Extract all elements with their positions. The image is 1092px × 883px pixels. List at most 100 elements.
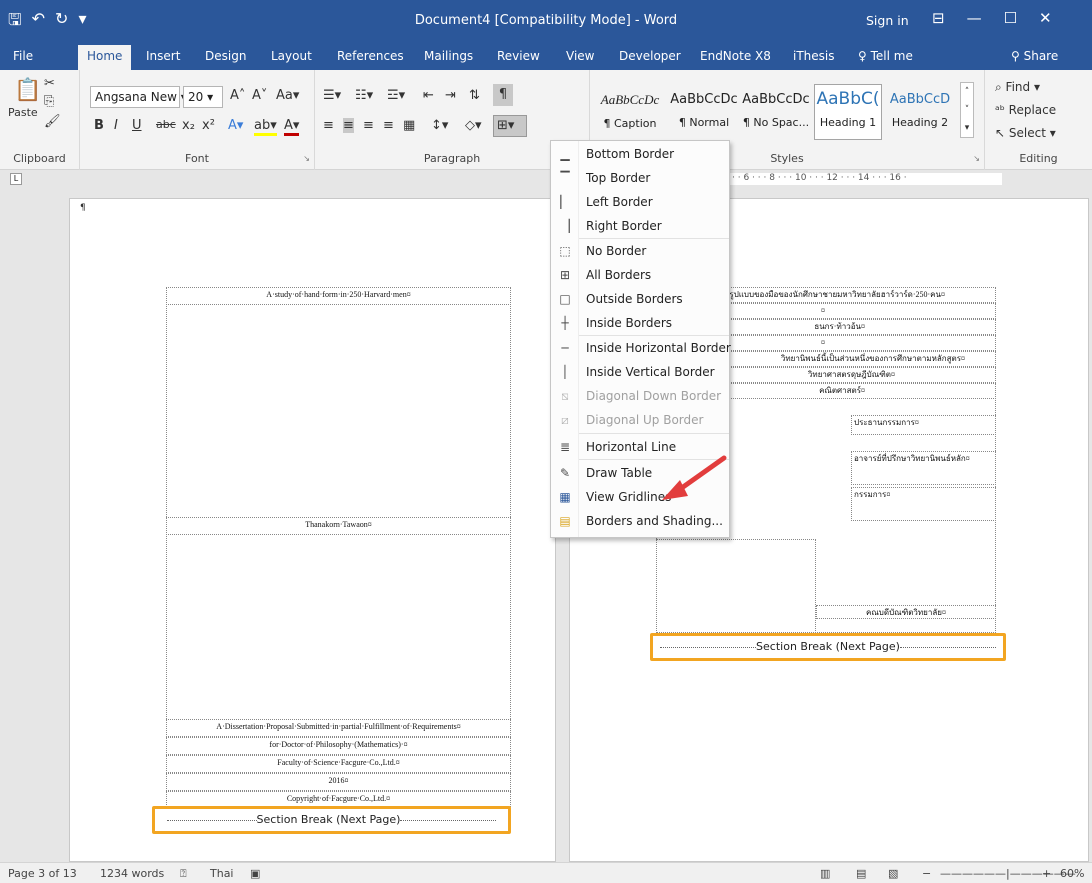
show-formatting-icon[interactable]: ¶	[493, 84, 513, 106]
menu-item-view-gridlines[interactable]: ▦ View Gridlines	[552, 485, 728, 509]
numbering-icon[interactable]: ☷▾	[355, 88, 373, 103]
strikethrough-icon[interactable]: abc	[156, 118, 176, 131]
replace-button[interactable]: ᵃᵇ Replace	[995, 103, 1056, 117]
page-indicator[interactable]: Page 3 of 13	[8, 867, 77, 880]
minimize-icon[interactable]: —	[967, 9, 982, 27]
menu-item-horizontal-line[interactable]: ≣ Horizontal Line	[552, 435, 728, 459]
menu-item-inside-vertical-border[interactable]: │ Inside Vertical Border	[552, 360, 728, 384]
align-right-icon[interactable]: ≡	[363, 118, 374, 133]
paste-button[interactable]: Paste	[8, 106, 38, 119]
font-family-combo[interactable]: Angsana New ▾	[90, 86, 187, 108]
cover-proposal-cell[interactable]: A·Dissertation·Proposal·Submitted·in·par…	[166, 719, 511, 737]
tab-references[interactable]: References	[337, 49, 404, 63]
chair-cell[interactable]: ประธานกรรมการ¤	[851, 415, 996, 435]
select-button[interactable]: ↖ Select ▾	[995, 126, 1056, 140]
increase-indent-icon[interactable]: ⇥	[445, 88, 456, 103]
zoom-level[interactable]: 60%	[1060, 867, 1084, 880]
zoom-slider[interactable]: ——————|——————	[940, 867, 1076, 880]
shrink-font-icon[interactable]: A˅	[252, 88, 267, 103]
bold-icon[interactable]: B	[94, 118, 104, 133]
styles-gallery-scroll[interactable]: ˄ ˅ ▾	[960, 82, 974, 138]
document-page-1[interactable]: ¶ A·study·of·hand·form·in·250·Harvard·me…	[69, 198, 556, 862]
advisor-cell[interactable]: อาจารย์ที่ปรึกษาวิทยานิพนธ์หลัก¤	[851, 451, 996, 485]
find-button[interactable]: ⌕ Find ▾	[995, 80, 1040, 95]
style-heading-2[interactable]: AaBbCcD Heading 2	[886, 84, 954, 140]
line-spacing-icon[interactable]: ↕▾	[431, 118, 448, 133]
tab-file[interactable]: File	[13, 49, 33, 63]
sign-in-link[interactable]: Sign in	[866, 13, 909, 28]
read-mode-icon[interactable]: ▥	[820, 867, 830, 880]
menu-item-top-border[interactable]: ▔ Top Border	[552, 166, 728, 190]
subscript-icon[interactable]: x₂	[182, 118, 195, 133]
menu-item-no-border[interactable]: ⬚ No Border	[552, 239, 728, 263]
approval-left-cell[interactable]	[656, 539, 816, 633]
macro-recording-icon[interactable]: ▣	[250, 867, 260, 880]
ribbon-display-options-icon[interactable]: ⊟	[932, 9, 945, 27]
tab-selector-icon[interactable]: L	[10, 173, 22, 185]
tab-endnote[interactable]: EndNote X8	[700, 49, 771, 63]
shading-icon[interactable]: ◇▾	[465, 118, 482, 133]
cover-year-cell[interactable]: 2016¤	[166, 773, 511, 791]
italic-icon[interactable]: I	[114, 118, 118, 133]
cover-faculty-cell[interactable]: Faculty·of·Science·Facgure·Co.,Ltd.¤	[166, 755, 511, 773]
format-painter-icon[interactable]: 🖌	[44, 114, 61, 129]
paste-icon[interactable]: 📋	[14, 78, 41, 103]
cover-title-cell[interactable]: A·study·of·hand·form·in·250·Harvard·men¤	[166, 287, 511, 305]
committee-cell[interactable]: กรรมการ¤	[851, 487, 996, 521]
zoom-out-icon[interactable]: −	[922, 867, 931, 880]
style-normal[interactable]: AaBbCcDc ¶ Normal	[670, 84, 738, 140]
menu-item-right-border[interactable]: ▕ Right Border	[552, 214, 728, 238]
cover-author-cell[interactable]: Thanakorn·Tawaon¤	[166, 517, 511, 535]
menu-item-inside-horizontal-border[interactable]: ─ Inside Horizontal Border	[552, 336, 731, 360]
text-effects-icon[interactable]: A▾	[228, 118, 243, 133]
menu-item-draw-table[interactable]: ✎ Draw Table	[552, 461, 728, 485]
borders-dropdown-button[interactable]: ⊞▾	[493, 115, 527, 137]
copy-icon[interactable]: ⎘	[44, 94, 54, 109]
tab-developer[interactable]: Developer	[619, 49, 681, 63]
language-indicator[interactable]: Thai	[210, 867, 234, 880]
grow-font-icon[interactable]: A˄	[230, 88, 245, 103]
thai-distributed-icon[interactable]: ▦	[403, 118, 415, 133]
menu-item-outside-borders[interactable]: □ Outside Borders	[552, 287, 728, 311]
superscript-icon[interactable]: x²	[202, 118, 215, 133]
close-icon[interactable]: ✕	[1039, 9, 1052, 27]
tab-view[interactable]: View	[566, 49, 594, 63]
style-heading-1[interactable]: AaBbC( Heading 1	[814, 84, 882, 140]
cover-degree-cell[interactable]: for·Doctor·of·Philosophy·(Mathematics)·¤	[166, 737, 511, 755]
styles-dialog-launcher-icon[interactable]: ↘	[973, 154, 980, 163]
highlight-icon[interactable]: ab▾	[254, 118, 277, 136]
sort-icon[interactable]: ⇅	[469, 88, 480, 103]
menu-item-inside-borders[interactable]: ┼ Inside Borders	[552, 311, 728, 335]
tell-me-search[interactable]: ♀ Tell me	[858, 49, 913, 63]
dean-cell[interactable]: คณบดีบัณฑิตวิทยาลัย¤	[816, 605, 996, 619]
font-size-combo[interactable]: 20 ▾	[183, 86, 223, 108]
maximize-icon[interactable]: ☐	[1004, 9, 1017, 27]
font-color-icon[interactable]: A▾	[284, 118, 300, 136]
tab-design[interactable]: Design	[205, 49, 246, 63]
cut-icon[interactable]: ✂	[44, 76, 55, 91]
menu-item-bottom-border[interactable]: ▁ Bottom Border	[552, 142, 728, 166]
tab-review[interactable]: Review	[497, 49, 540, 63]
word-count[interactable]: 1234 words	[100, 867, 164, 880]
web-layout-icon[interactable]: ▧	[888, 867, 898, 880]
font-dialog-launcher-icon[interactable]: ↘	[303, 154, 310, 163]
underline-icon[interactable]: U	[132, 118, 142, 133]
style-no-spacing[interactable]: AaBbCcDc ¶ No Spac...	[742, 84, 810, 140]
decrease-indent-icon[interactable]: ⇤	[423, 88, 434, 103]
align-left-icon[interactable]: ≡	[323, 118, 334, 133]
multilevel-list-icon[interactable]: ☲▾	[387, 88, 405, 103]
tab-mailings[interactable]: Mailings	[424, 49, 473, 63]
tab-home[interactable]: Home	[78, 45, 132, 70]
menu-item-left-border[interactable]: ▏ Left Border	[552, 190, 728, 214]
tab-insert[interactable]: Insert	[146, 49, 180, 63]
menu-item-all-borders[interactable]: ⊞ All Borders	[552, 263, 728, 287]
bullets-icon[interactable]: ☰▾	[323, 88, 341, 103]
justify-icon[interactable]: ≡	[383, 118, 394, 133]
tab-ithesis[interactable]: iThesis	[793, 49, 835, 63]
style-caption[interactable]: AaBbCcDc ¶ Caption	[596, 84, 664, 140]
print-layout-icon[interactable]: ▤	[856, 867, 866, 880]
horizontal-ruler[interactable]: · 4 · · · 6 · · · 8 · · · 10 · · · 12 · …	[712, 173, 1002, 185]
menu-item-borders-and-shading[interactable]: ▤ Borders and Shading...	[552, 509, 728, 533]
zoom-in-icon[interactable]: +	[1042, 867, 1051, 880]
change-case-icon[interactable]: Aa▾	[276, 88, 299, 103]
